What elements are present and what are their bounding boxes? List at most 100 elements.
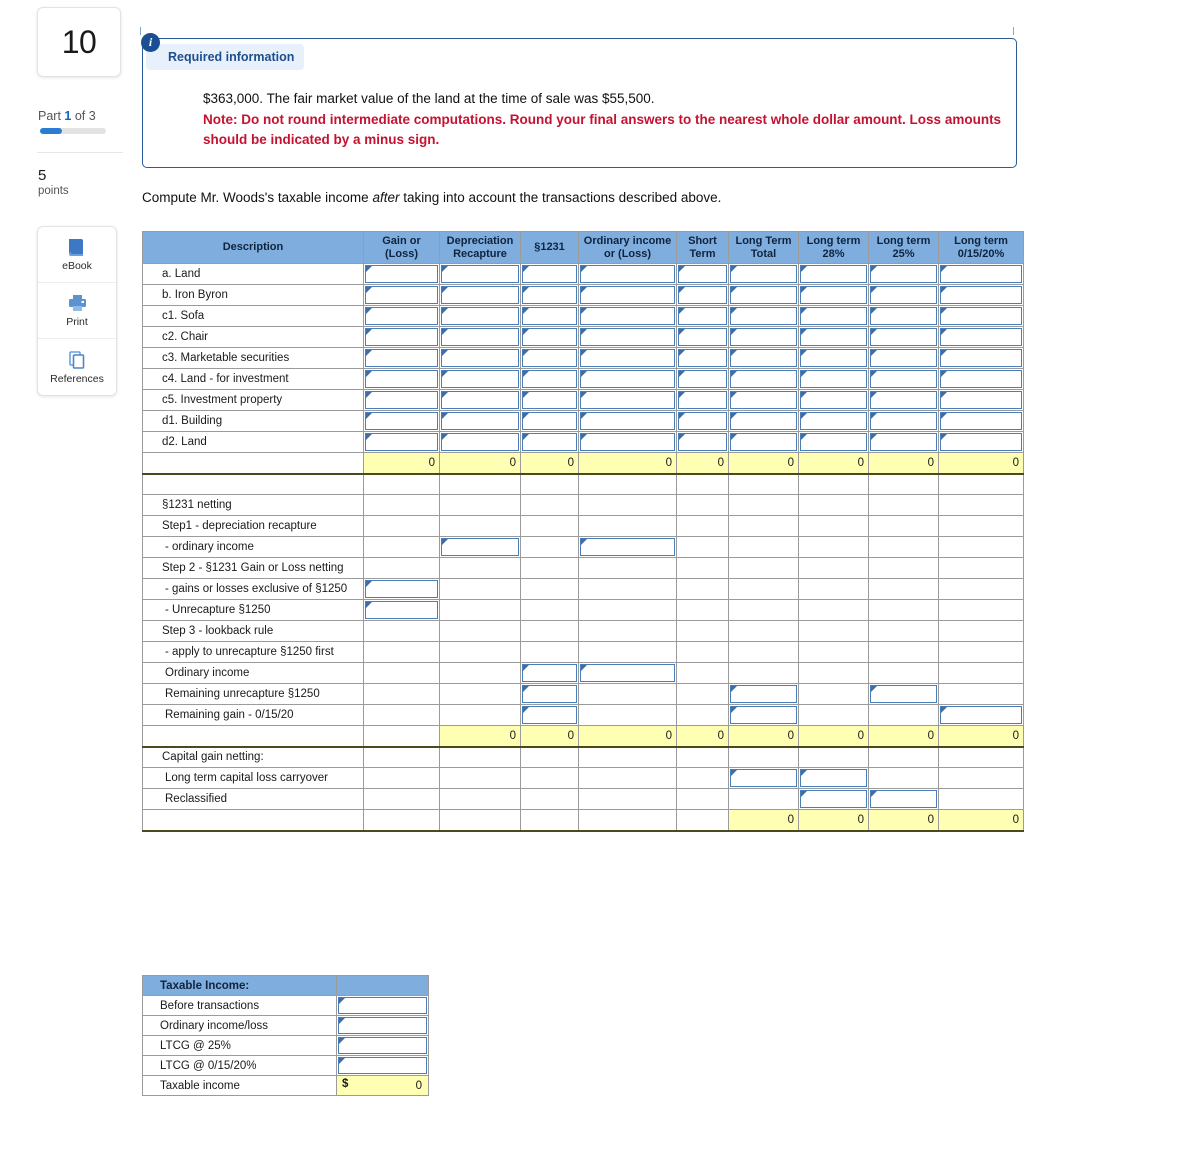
spreadsheet-input[interactable] <box>678 349 727 367</box>
input-cell-c4-deprec[interactable] <box>439 368 521 390</box>
spreadsheet-input[interactable] <box>940 706 1022 724</box>
spreadsheet-input[interactable] <box>441 286 519 304</box>
spreadsheet-input[interactable] <box>800 433 867 451</box>
spreadsheet-input[interactable] <box>522 664 577 682</box>
input-cell-c3-lt25[interactable] <box>868 347 939 369</box>
input-cell-b-ordinary[interactable] <box>578 284 677 306</box>
spreadsheet-input[interactable] <box>678 391 727 409</box>
spreadsheet-input[interactable] <box>800 265 867 283</box>
spreadsheet-input[interactable] <box>800 328 867 346</box>
input-cell-b-gain[interactable] <box>363 284 440 306</box>
spreadsheet-input[interactable] <box>940 370 1022 388</box>
spreadsheet-input[interactable] <box>338 1057 427 1074</box>
spreadsheet-input[interactable] <box>870 370 937 388</box>
spreadsheet-input[interactable] <box>365 433 438 451</box>
input-cell-c3-ordinary[interactable] <box>578 347 677 369</box>
spreadsheet-input[interactable] <box>441 412 519 430</box>
spreadsheet-input[interactable] <box>522 265 577 283</box>
spreadsheet-input[interactable] <box>730 769 797 787</box>
spreadsheet-input[interactable] <box>365 307 438 325</box>
input-cell-remaining-unrecapture-lt25[interactable] <box>868 683 939 705</box>
spreadsheet-input[interactable] <box>678 307 727 325</box>
spreadsheet-input[interactable] <box>870 307 937 325</box>
spreadsheet-input[interactable] <box>522 706 577 724</box>
input-cell-a-ordinary[interactable] <box>578 263 677 285</box>
input-cell-c4-lt01520[interactable] <box>938 368 1024 390</box>
spreadsheet-input[interactable] <box>441 538 519 556</box>
input-cell-before-transactions[interactable] <box>336 995 429 1016</box>
input-cell-c4-lt-total[interactable] <box>728 368 799 390</box>
input-cell-d2-gain[interactable] <box>363 431 440 453</box>
input-cell-c4-short[interactable] <box>676 368 729 390</box>
spreadsheet-input[interactable] <box>365 328 438 346</box>
spreadsheet-input[interactable] <box>940 307 1022 325</box>
input-cell-remaining-gain-lt01520[interactable] <box>938 704 1024 726</box>
spreadsheet-input[interactable] <box>338 1037 427 1054</box>
spreadsheet-input[interactable] <box>940 412 1022 430</box>
input-cell-c1-short[interactable] <box>676 305 729 327</box>
spreadsheet-input[interactable] <box>365 580 438 598</box>
input-cell-b-deprec[interactable] <box>439 284 521 306</box>
spreadsheet-input[interactable] <box>678 286 727 304</box>
input-cell-d2-deprec[interactable] <box>439 431 521 453</box>
spreadsheet-input[interactable] <box>800 391 867 409</box>
input-cell-ordinary-income-ordinary[interactable] <box>578 536 677 558</box>
input-cell-b-lt25[interactable] <box>868 284 939 306</box>
input-cell-c3-lt28[interactable] <box>798 347 869 369</box>
spreadsheet-input[interactable] <box>365 286 438 304</box>
input-cell-d1-lt25[interactable] <box>868 410 939 432</box>
input-cell-c4-1231[interactable] <box>520 368 579 390</box>
input-cell-d2-lt01520[interactable] <box>938 431 1024 453</box>
input-cell-d1-gain[interactable] <box>363 410 440 432</box>
spreadsheet-input[interactable] <box>580 664 675 682</box>
spreadsheet-input[interactable] <box>522 349 577 367</box>
input-cell-c4-gain[interactable] <box>363 368 440 390</box>
spreadsheet-input[interactable] <box>580 286 675 304</box>
spreadsheet-input[interactable] <box>522 286 577 304</box>
input-cell-c1-gain[interactable] <box>363 305 440 327</box>
input-cell-c5-1231[interactable] <box>520 389 579 411</box>
input-cell-d1-lt01520[interactable] <box>938 410 1024 432</box>
input-cell-c2-lt28[interactable] <box>798 326 869 348</box>
input-cell-ordinary-income-loss[interactable] <box>336 1015 429 1036</box>
input-cell-ordinary-income-col-ordinary[interactable] <box>578 662 677 684</box>
spreadsheet-input[interactable] <box>365 601 438 619</box>
spreadsheet-input[interactable] <box>365 412 438 430</box>
spreadsheet-input[interactable] <box>870 328 937 346</box>
spreadsheet-input[interactable] <box>580 412 675 430</box>
spreadsheet-input[interactable] <box>580 265 675 283</box>
spreadsheet-input[interactable] <box>441 370 519 388</box>
input-cell-d2-short[interactable] <box>676 431 729 453</box>
input-cell-a-deprec[interactable] <box>439 263 521 285</box>
spreadsheet-input[interactable] <box>678 328 727 346</box>
spreadsheet-input[interactable] <box>580 307 675 325</box>
input-cell-d1-deprec[interactable] <box>439 410 521 432</box>
input-cell-b-lt-total[interactable] <box>728 284 799 306</box>
spreadsheet-input[interactable] <box>940 433 1022 451</box>
input-cell-c2-lt01520[interactable] <box>938 326 1024 348</box>
spreadsheet-input[interactable] <box>365 265 438 283</box>
spreadsheet-input[interactable] <box>800 349 867 367</box>
input-cell-a-lt-total[interactable] <box>728 263 799 285</box>
spreadsheet-input[interactable] <box>338 997 427 1014</box>
input-cell-c5-short[interactable] <box>676 389 729 411</box>
input-cell-ltcl-carryover-lt-total[interactable] <box>728 767 799 789</box>
spreadsheet-input[interactable] <box>870 391 937 409</box>
input-cell-b-short[interactable] <box>676 284 729 306</box>
input-cell-c3-deprec[interactable] <box>439 347 521 369</box>
input-cell-unrecapture-1250-gain[interactable] <box>363 599 440 621</box>
input-cell-b-lt28[interactable] <box>798 284 869 306</box>
input-cell-ltcg-25[interactable] <box>336 1035 429 1056</box>
spreadsheet-input[interactable] <box>365 391 438 409</box>
spreadsheet-input[interactable] <box>800 307 867 325</box>
spreadsheet-input[interactable] <box>870 433 937 451</box>
spreadsheet-input[interactable] <box>441 328 519 346</box>
spreadsheet-input[interactable] <box>870 265 937 283</box>
input-cell-c3-short[interactable] <box>676 347 729 369</box>
input-cell-c1-ordinary[interactable] <box>578 305 677 327</box>
input-cell-c4-lt25[interactable] <box>868 368 939 390</box>
input-cell-remaining-unrecapture-lt-total[interactable] <box>728 683 799 705</box>
input-cell-c1-lt28[interactable] <box>798 305 869 327</box>
spreadsheet-input[interactable] <box>441 433 519 451</box>
input-cell-c3-1231[interactable] <box>520 347 579 369</box>
